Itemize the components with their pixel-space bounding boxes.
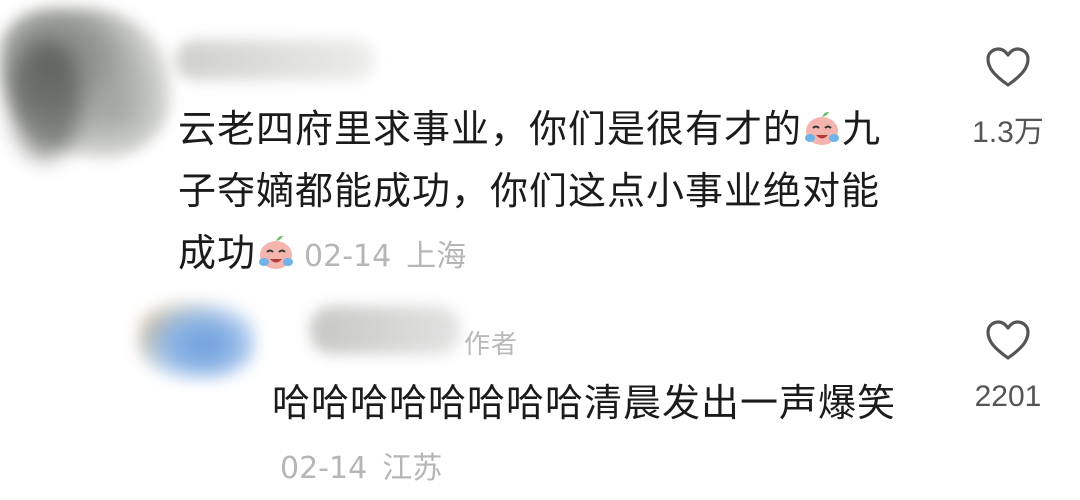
like-button[interactable]: 2201: [958, 318, 1058, 414]
comment-date: 02-14: [304, 239, 392, 274]
heart-outline-icon[interactable]: [984, 318, 1032, 362]
author-badge: 作者: [464, 330, 519, 360]
like-count: 2201: [974, 380, 1042, 413]
comment-text: 云老四府里求事业，你们是很有才的 九子夺嫡都能成功，你们这点小事业绝对能成功 0…: [178, 98, 908, 288]
reply-text: 哈哈哈哈哈哈哈哈清晨发出一声爆笑: [272, 381, 897, 425]
comment-location: 江苏: [382, 451, 443, 486]
comment-text: 哈哈哈哈哈哈哈哈清晨发出一声爆笑 02-14 江苏: [272, 372, 932, 500]
like-button[interactable]: 1.3万: [958, 45, 1058, 151]
avatar-shadow: [10, 40, 80, 160]
username-blurred[interactable]: [310, 306, 460, 354]
crying-laughing-peach-emoji-icon: [805, 111, 840, 145]
comment-location: 上海: [406, 239, 467, 274]
comment-date: 02-14: [280, 451, 368, 486]
like-count: 1.3万: [972, 116, 1044, 149]
heart-outline-icon[interactable]: [984, 45, 1032, 89]
crying-laughing-peach-emoji-icon: [259, 235, 294, 269]
username-blurred[interactable]: [175, 40, 375, 80]
avatar[interactable]: [138, 300, 256, 380]
comment-text-part1: 云老四府里求事业，你们是很有才的: [178, 107, 803, 151]
